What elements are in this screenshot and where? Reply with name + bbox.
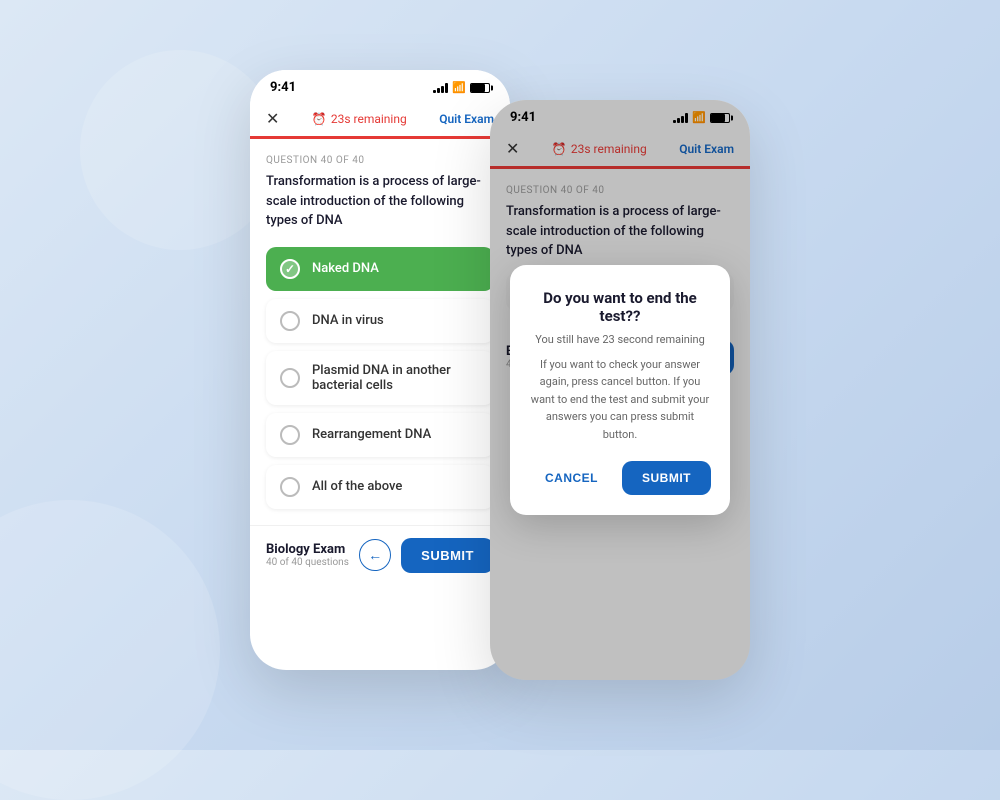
option-radio-1 (280, 311, 300, 331)
option-radio-3 (280, 425, 300, 445)
question-text-left: Transformation is a process of large-sca… (266, 172, 494, 231)
option-radio-2 (280, 368, 300, 388)
timer-text-left: 23s remaining (331, 112, 407, 126)
option-label-2: Plasmid DNA in another bacterial cells (312, 363, 480, 393)
option-radio-4 (280, 477, 300, 497)
phone-left: 9:41 📶 ✕ ⏰ 23s remaining Qui (250, 70, 510, 670)
dialog-overlay: Do you want to end the test?? You still … (490, 100, 750, 680)
dialog-submit-button[interactable]: SUBMIT (622, 461, 711, 495)
exam-subtitle-left: 40 of 40 questions (266, 557, 349, 568)
submit-button-left[interactable]: SUBMIT (401, 538, 494, 573)
phone-right: 9:41 📶 ✕ ⏰ 23s remaining Qui (490, 100, 750, 680)
option-label-3: Rearrangement DNA (312, 427, 431, 442)
back-button-left[interactable]: ← (359, 539, 391, 571)
bottom-bar-left: Biology Exam 40 of 40 questions ← SUBMIT (250, 525, 510, 585)
option-item-3[interactable]: Rearrangement DNA (266, 413, 494, 457)
dialog-cancel-button[interactable]: CANCEL (529, 461, 614, 495)
wifi-icon-left: 📶 (452, 81, 466, 94)
quit-button-left[interactable]: Quit Exam (439, 112, 494, 126)
exam-title-left: Biology Exam (266, 542, 349, 557)
dialog-subtitle: You still have 23 second remaining (530, 333, 710, 346)
option-item-1[interactable]: DNA in virus (266, 299, 494, 343)
option-item-4[interactable]: All of the above (266, 465, 494, 509)
option-label-0: Naked DNA (312, 261, 379, 276)
question-area-left: QUESTION 40 OF 40 Transformation is a pr… (250, 139, 510, 239)
dialog-title: Do you want to end the test?? (530, 289, 710, 325)
question-number-left: QUESTION 40 OF 40 (266, 155, 494, 166)
status-bar-left: 9:41 📶 (250, 70, 510, 101)
signal-icon-left (433, 83, 448, 93)
options-area-left: ✓ Naked DNA DNA in virus Plasmid DNA in … (250, 239, 510, 525)
bottom-actions-left: ← SUBMIT (359, 538, 494, 573)
toolbar-left: ✕ ⏰ 23s remaining Quit Exam (250, 101, 510, 136)
timer-left: ⏰ 23s remaining (312, 112, 407, 126)
exam-info-left: Biology Exam 40 of 40 questions (266, 542, 349, 568)
check-icon-0: ✓ (285, 262, 295, 276)
status-time-left: 9:41 (270, 80, 296, 95)
dialog-body: If you want to check your answer again, … (530, 356, 710, 444)
option-label-1: DNA in virus (312, 313, 384, 328)
status-icons-left: 📶 (433, 81, 490, 94)
option-radio-0: ✓ (280, 259, 300, 279)
battery-icon-left (470, 83, 490, 93)
timer-icon-left: ⏰ (312, 112, 327, 126)
close-button-left[interactable]: ✕ (266, 109, 279, 128)
option-item-2[interactable]: Plasmid DNA in another bacterial cells (266, 351, 494, 405)
option-item-0[interactable]: ✓ Naked DNA (266, 247, 494, 291)
phones-container: 9:41 📶 ✕ ⏰ 23s remaining Qui (250, 70, 750, 680)
confirm-dialog: Do you want to end the test?? You still … (510, 265, 730, 516)
option-label-4: All of the above (312, 479, 402, 494)
dialog-buttons: CANCEL SUBMIT (530, 461, 710, 495)
